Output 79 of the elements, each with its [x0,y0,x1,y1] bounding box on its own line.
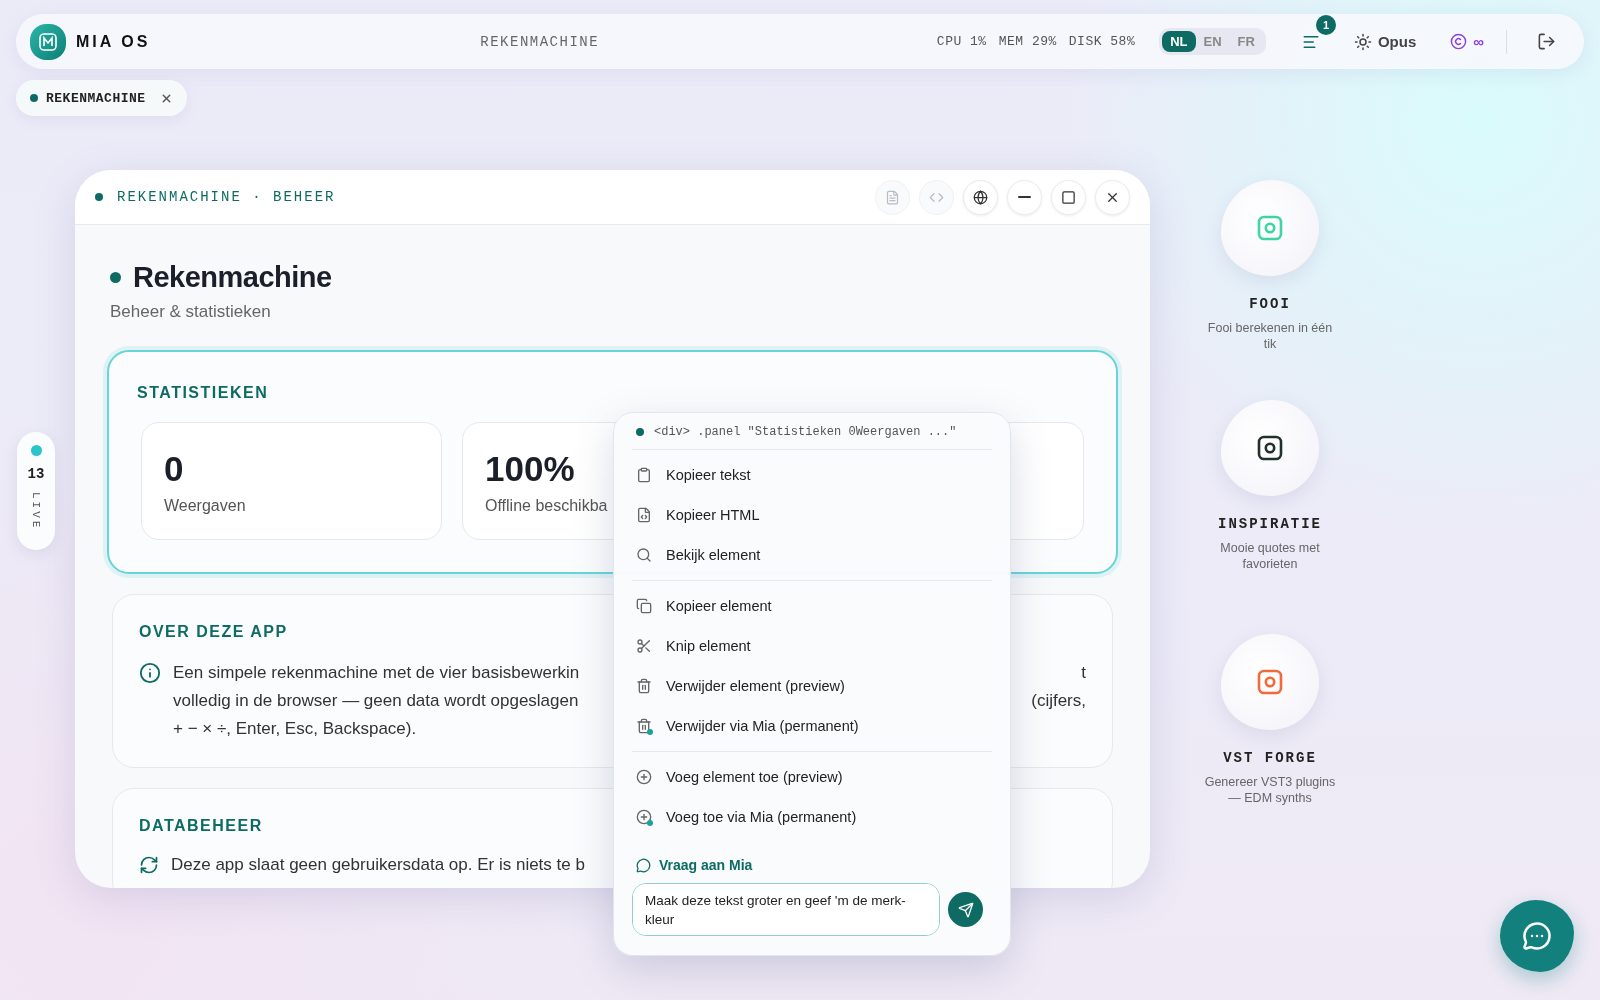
chat-button[interactable] [1500,900,1574,972]
app-description: Mooie quotes met favorieten [1219,540,1321,572]
live-count: 13 [27,466,45,482]
app-name: INSPIRATIE [1218,516,1322,532]
stat-value: 100% [485,449,575,489]
menu-item[interactable]: Kopieer tekst [632,455,992,495]
tab-label: REKENMACHINE [46,90,146,106]
language-option[interactable]: NL [1162,31,1196,52]
chat-icon [636,857,651,873]
prompt-field[interactable]: Maak deze tekst groter en geef 'm de merk-kleur [632,883,940,936]
logout-icon [1537,32,1556,51]
live-label: LIVE [30,492,42,531]
plus-circle-icon [636,769,652,785]
element-path: <div> .panel "Statistieken 0Weergaven ..." [654,425,957,439]
system-stat: MEM 29% [998,34,1057,49]
menu-item[interactable]: Kopieer HTML [632,495,992,535]
stat-label: Offline beschikba [485,497,608,515]
file-code-icon [636,507,652,523]
trash-icon [636,678,652,694]
search-icon [636,547,652,563]
page-heading: Rekenmachine [133,261,332,294]
description-line: volledig in de browser — geen data wordt opgeslagen [173,690,579,712]
description-line: (cijfers, [1031,690,1086,712]
status-dot [636,428,644,436]
description-line: Een simpele rekenmachine met de vier basisbewerkin [173,662,580,684]
system-stat: DISK 58% [1068,34,1136,49]
minimize-icon [1018,196,1031,198]
copyright-icon [1450,33,1468,50]
description-line: t [1081,662,1086,684]
clipboard-icon [636,467,652,483]
section-title: DATABEHEER [139,817,263,835]
menu-item[interactable]: Verwijder via Mia (permanent) [632,706,992,746]
chat-icon [1522,921,1552,951]
window-title: REKENMACHINE · BEHEER [117,189,336,205]
maximize-icon [1061,189,1076,205]
credits-button[interactable]: ∞ [1446,29,1488,54]
app-name: FOOI [1249,296,1291,312]
document-icon [885,189,900,205]
send-icon [957,901,974,918]
minimize-button[interactable] [1007,179,1042,215]
app-description: Genereer VST3 plugins — EDM synths [1203,774,1337,806]
sun-icon [1353,32,1372,51]
copy-icon [636,598,652,614]
stat-value: 0 [164,449,184,489]
globe-button[interactable] [963,179,998,215]
system-stat: CPU 1% [936,34,987,49]
maximize-button[interactable] [1051,179,1086,215]
status-dot [110,272,121,283]
status-dot [30,94,38,102]
trash-icon [636,718,652,734]
model-button[interactable]: Opus [1349,28,1421,55]
app-description: Fooi berekenen in één tik [1206,320,1334,352]
menu-item[interactable]: Bekijk element [632,535,992,575]
section-title: STATISTIEKEN [137,384,269,402]
notification-badge: 1 [1315,14,1336,35]
description-line: Deze app slaat geen gebruikersdata op. Er is niets te b [171,854,585,876]
plus-circle-icon [636,809,652,825]
description-line: + − × ÷, Enter, Esc, Backspace). [173,718,417,740]
logo-icon [30,23,66,60]
menu-item[interactable]: Voeg toe via Mia (permanent) [632,797,992,837]
stat-label: Weergaven [164,497,246,515]
menu-item[interactable]: Verwijder element (preview) [632,666,992,706]
page-subtitle: Beheer & statistieken [110,302,272,322]
open-tab[interactable]: REKENMACHINE [16,80,187,116]
send-button[interactable] [948,892,983,927]
menu-item[interactable]: Kopieer element [632,586,992,626]
menu-item[interactable]: Knip element [632,626,992,666]
ask-label: Vraag aan Mia [659,857,753,873]
globe-icon [973,189,988,205]
section-title: OVER DEZE APP [139,623,288,641]
live-dot [30,445,42,456]
scissors-icon [636,638,652,654]
refresh-icon [139,855,159,875]
menu-item[interactable]: Voeg element toe (preview) [632,757,992,797]
app-title: REKENMACHINE [480,33,600,50]
brand-name: MIA OS [76,32,151,51]
status-dot [95,193,103,201]
app-name: VST FORGE [1223,750,1317,766]
info-icon [139,662,161,684]
